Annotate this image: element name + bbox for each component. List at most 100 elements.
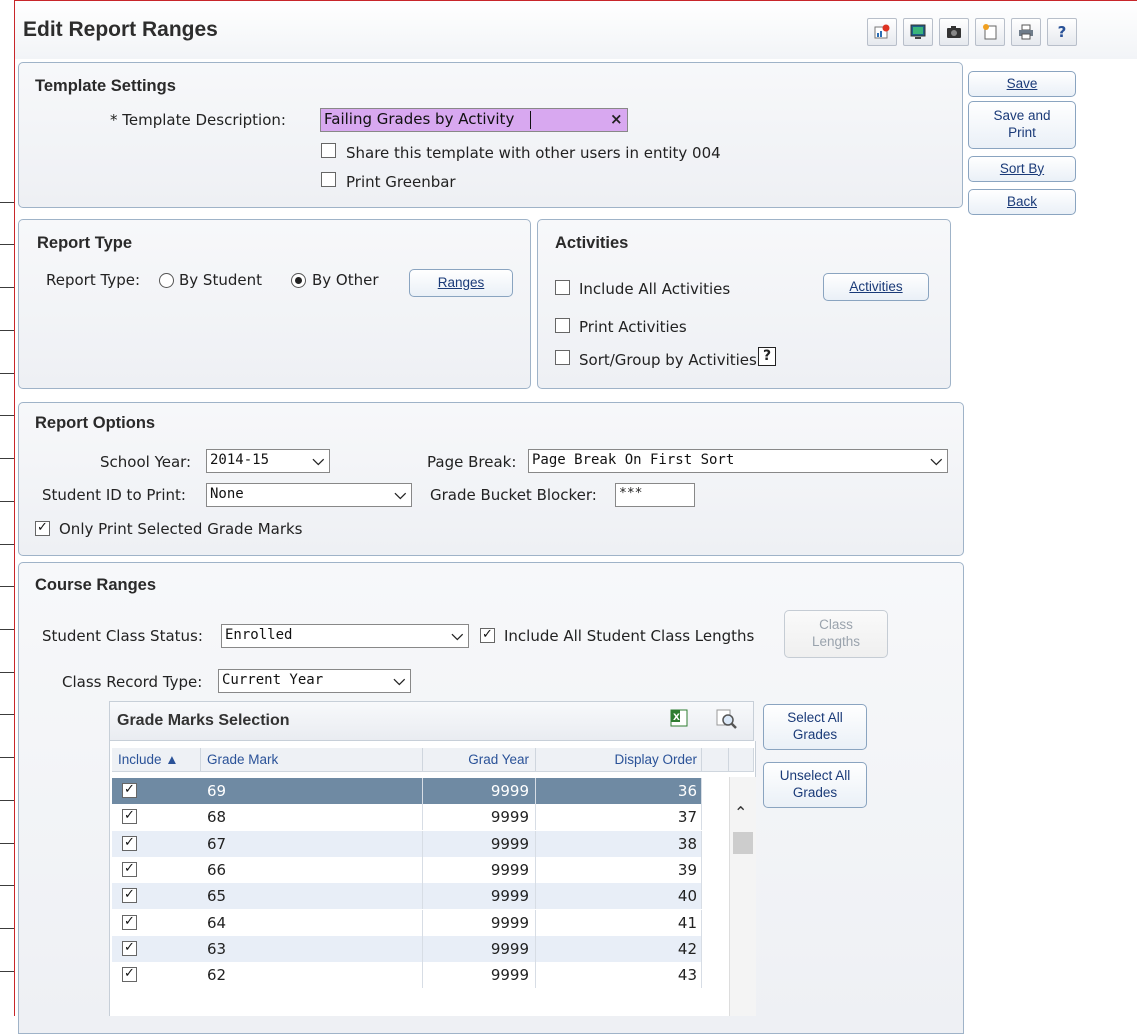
grade-mark-cell: 68 [201,804,423,831]
sort-group-activities-label: Sort/Group by Activities [579,351,757,369]
by-student-radio[interactable] [159,273,174,288]
include-all-activities-checkbox[interactable] [555,280,570,295]
chevron-down-icon: ⌵ [451,626,463,644]
grid-scrollbar[interactable]: ⌃ [729,777,756,1016]
display-order-cell: 43 [536,962,702,989]
only-print-selected-checkbox[interactable]: ✓ [35,521,50,536]
grad-year-cell: 9999 [423,883,536,910]
save-and-print-button[interactable]: Save and Print [968,101,1076,149]
frame-tick [0,629,14,630]
include-checkbox[interactable]: ✓ [122,888,137,904]
frame-tick [0,928,14,929]
table-row[interactable]: ✓ 66 9999 39 [112,856,702,883]
grade-bucket-label: Grade Bucket Blocker: [430,486,597,504]
include-checkbox[interactable]: ✓ [122,809,137,825]
student-id-select[interactable]: None ⌵ [206,483,412,507]
frame-tick [0,458,14,459]
grade-marks-title: Grade Marks Selection [117,712,290,729]
share-template-checkbox[interactable] [321,143,336,158]
table-row[interactable]: ✓ 62 9999 43 [112,962,702,989]
include-checkbox[interactable]: ✓ [122,914,137,930]
grade-bucket-input[interactable]: *** [615,483,695,507]
frame-tick [0,843,14,844]
print-activities-checkbox[interactable] [555,318,570,333]
frame-tick [0,287,14,288]
table-row[interactable]: ✓ 68 9999 37 [112,804,702,831]
grad-year-cell: 9999 [423,935,536,962]
printer-icon[interactable] [1011,18,1041,46]
page-icon[interactable] [975,18,1005,46]
include-class-lengths-checkbox[interactable]: ✓ [480,628,495,643]
monitor-icon[interactable] [903,18,933,46]
grade-mark-column-header[interactable]: Grade Mark [201,748,423,772]
include-class-lengths-label: Include All Student Class Lengths [504,627,755,645]
template-description-input[interactable]: Failing Grades by Activity × [320,108,628,132]
page-break-select[interactable]: Page Break On First Sort ⌵ [528,449,948,473]
frame-tick [0,501,14,502]
text-cursor [530,111,531,129]
table-row[interactable]: ✓ 65 9999 40 [112,883,702,910]
select-all-grades-button[interactable]: Select All Grades [763,704,867,750]
page-break-value: Page Break On First Sort [532,452,735,468]
clear-icon[interactable]: × [610,110,623,128]
help-icon[interactable]: ? [758,347,776,366]
table-row[interactable]: ✓ 63 9999 42 [112,935,702,962]
template-description-label: * Template Description: [110,111,286,129]
template-description-value: Failing Grades by Activity [324,110,515,128]
include-checkbox[interactable]: ✓ [122,967,137,983]
grade-marks-header: Grade Marks Selection X [109,701,754,741]
report-options-panel: Report Options School Year: 2014-15 ⌵ Pa… [18,402,964,556]
radio-selected-dot [295,277,302,284]
chevron-down-icon: ⌵ [312,451,324,469]
display-order-cell: 37 [536,804,702,831]
include-column-header[interactable]: Include ▲ [112,748,201,772]
class-lengths-button[interactable]: Class Lengths [784,610,888,658]
include-checkbox[interactable]: ✓ [122,783,137,798]
column-header-spacer [702,748,729,772]
scroll-thumb[interactable] [733,832,753,854]
sort-group-activities-checkbox[interactable] [555,350,570,365]
student-id-value: None [210,486,244,502]
by-other-radio[interactable] [291,273,306,288]
report-type-label: Report Type: [46,271,140,289]
class-record-type-label: Class Record Type: [62,673,203,691]
camera-icon[interactable] [939,18,969,46]
unselect-all-grades-button[interactable]: Unselect All Grades [763,762,867,808]
include-checkbox[interactable]: ✓ [122,940,137,956]
frame-tick [0,800,14,801]
include-checkbox[interactable]: ✓ [122,835,137,851]
include-checkbox[interactable]: ✓ [122,861,137,877]
grad-year-cell: 9999 [423,830,536,857]
class-record-type-select[interactable]: Current Year ⌵ [218,669,411,693]
grad-year-column-header[interactable]: Grad Year [423,748,536,772]
sort-by-button[interactable]: Sort By [968,156,1076,182]
display-order-cell: 39 [536,856,702,883]
display-order-column-header[interactable]: Display Order [536,748,702,772]
class-status-select[interactable]: Enrolled ⌵ [221,624,469,648]
excel-export-icon[interactable]: X [668,708,690,732]
scroll-up-icon[interactable]: ⌃ [734,803,747,822]
template-settings-title: Template Settings [35,77,176,95]
school-year-value: 2014-15 [210,452,270,468]
class-record-type-value: Current Year [222,672,324,688]
school-year-label: School Year: [100,453,192,471]
table-row[interactable]: ✓ 69 9999 36 [112,778,702,804]
ranges-button[interactable]: Ranges [409,269,513,297]
frame-tick [0,672,14,673]
page-break-label: Page Break: [427,453,517,471]
frame-tick [0,202,14,203]
print-greenbar-checkbox[interactable] [321,172,336,187]
report-type-title: Report Type [37,234,133,252]
activities-button[interactable]: Activities [823,273,929,301]
help-icon[interactable]: ? [1047,18,1077,46]
table-row[interactable]: ✓ 67 9999 38 [112,830,702,857]
school-year-select[interactable]: 2014-15 ⌵ [206,449,330,473]
report-options-title: Report Options [35,414,156,432]
search-icon[interactable] [715,708,739,734]
frame-tick [0,330,14,331]
report-icon[interactable] [867,18,897,46]
save-button[interactable]: Save [968,71,1076,97]
display-order-cell: 41 [536,909,702,936]
table-row[interactable]: ✓ 64 9999 41 [112,909,702,936]
back-button[interactable]: Back [968,189,1076,215]
